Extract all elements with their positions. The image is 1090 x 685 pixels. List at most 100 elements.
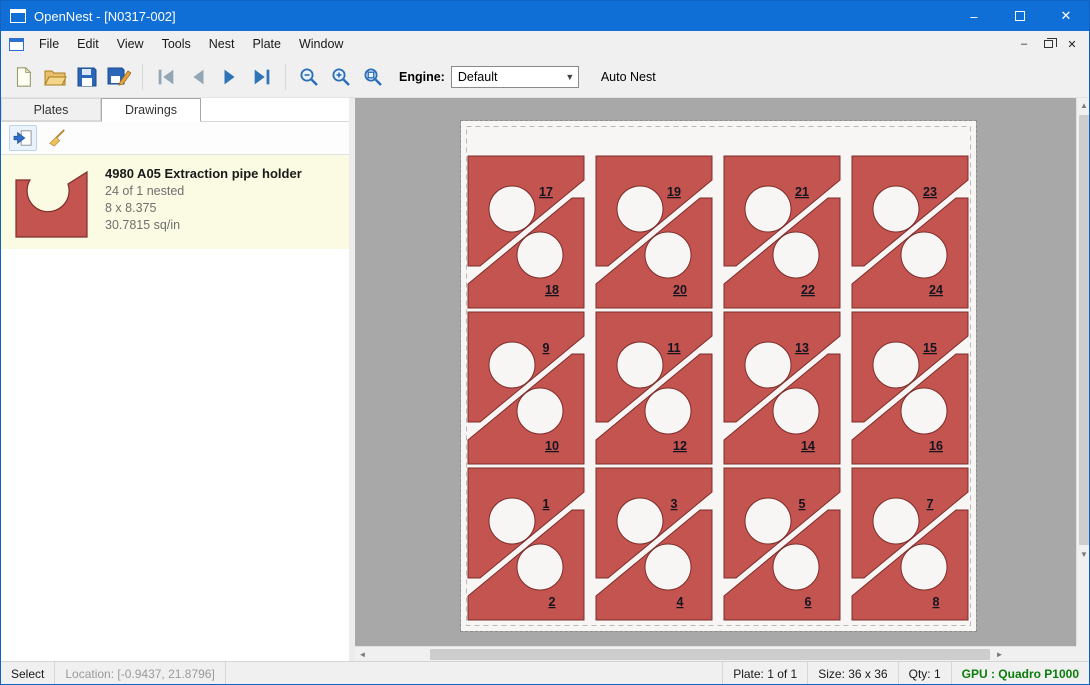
status-location: Location: [-0.9437, 21.8796] <box>55 662 225 685</box>
auto-nest-button[interactable]: Auto Nest <box>595 66 662 88</box>
mdi-minimize-icon[interactable]: – <box>1013 34 1035 54</box>
clear-drawings-button[interactable] <box>43 125 71 151</box>
status-mode: Select <box>1 662 55 685</box>
mdi-close-icon[interactable]: ✕ <box>1061 34 1083 54</box>
save-button[interactable] <box>71 61 103 93</box>
menu-file[interactable]: File <box>30 31 68 57</box>
zoom-out-button[interactable] <box>293 61 325 93</box>
drawing-list: 4980 A05 Extraction pipe holder 24 of 1 … <box>1 155 349 249</box>
menu-window[interactable]: Window <box>290 31 352 57</box>
open-folder-icon <box>43 66 67 88</box>
title-bar: OpenNest - [N0317-002] – ✕ <box>1 1 1089 31</box>
nav-first-button[interactable] <box>150 61 182 93</box>
open-button[interactable] <box>39 61 71 93</box>
part-number-label: 10 <box>545 439 559 453</box>
zoom-fit-button[interactable] <box>357 61 389 93</box>
toolbar-separator <box>285 64 286 90</box>
engine-value: Default <box>452 70 562 84</box>
maximize-icon[interactable] <box>997 1 1043 31</box>
toolbar-separator <box>142 64 143 90</box>
part-number-label: 4 <box>677 595 684 609</box>
part-number-label: 14 <box>801 439 815 453</box>
canvas-viewport[interactable]: 171819202122232491011121314151612345678 <box>355 98 1076 646</box>
menu-nest[interactable]: Nest <box>200 31 244 57</box>
part-number-label: 24 <box>929 283 943 297</box>
mdi-restore-icon[interactable] <box>1037 34 1059 54</box>
menu-view[interactable]: View <box>108 31 153 57</box>
part-number-label: 9 <box>543 341 550 355</box>
nested-parts-drawing: 171819202122232491011121314151612345678 <box>461 121 976 631</box>
left-panel: Plates Drawings <box>1 98 349 661</box>
menu-edit[interactable]: Edit <box>68 31 108 57</box>
app-window: OpenNest - [N0317-002] – ✕ File Edit Vie… <box>0 0 1090 685</box>
part-number-label: 1 <box>543 497 550 511</box>
engine-select[interactable]: Default ▼ <box>451 66 579 88</box>
plate-sheet[interactable]: 171819202122232491011121314151612345678 <box>461 121 976 631</box>
drawing-list-item[interactable]: 4980 A05 Extraction pipe holder 24 of 1 … <box>1 155 349 249</box>
part-number-label: 13 <box>795 341 809 355</box>
nav-prev-icon <box>187 66 209 88</box>
tab-plates[interactable]: Plates <box>1 98 101 121</box>
nav-next-icon <box>219 66 241 88</box>
part-number-label: 12 <box>673 439 687 453</box>
vertical-scrollbar[interactable]: ▲ ▼ <box>1076 98 1090 646</box>
broom-icon <box>47 129 67 147</box>
drawings-toolbar <box>1 122 349 155</box>
nav-next-button[interactable] <box>214 61 246 93</box>
minimize-icon[interactable]: – <box>951 1 997 31</box>
save-as-button[interactable] <box>103 61 135 93</box>
nav-first-icon <box>155 66 177 88</box>
part-number-label: 2 <box>549 595 556 609</box>
nav-prev-button[interactable] <box>182 61 214 93</box>
part-number-label: 15 <box>923 341 937 355</box>
menu-plate[interactable]: Plate <box>243 31 290 57</box>
part-number-label: 18 <box>545 283 559 297</box>
vertical-scroll-thumb[interactable] <box>1079 115 1090 545</box>
part-number-label: 6 <box>805 595 812 609</box>
scroll-left-icon[interactable]: ◄ <box>355 647 370 662</box>
menu-bar: File Edit View Tools Nest Plate Window –… <box>1 31 1089 57</box>
chevron-down-icon[interactable]: ▼ <box>562 67 578 87</box>
save-as-icon <box>107 66 131 88</box>
part-number-label: 11 <box>667 341 680 355</box>
status-gpu: GPU : Quadro P1000 <box>951 662 1089 685</box>
zoom-in-button[interactable] <box>325 61 357 93</box>
part-number-label: 19 <box>667 185 681 199</box>
drawing-nested-count: 24 of 1 nested <box>105 184 302 198</box>
menu-tools[interactable]: Tools <box>153 31 200 57</box>
horizontal-scrollbar[interactable]: ◄ ► <box>355 646 1076 661</box>
part-number-label: 8 <box>933 595 940 609</box>
scroll-down-icon[interactable]: ▼ <box>1077 547 1090 562</box>
window-controls: – ✕ <box>951 1 1089 31</box>
nav-last-button[interactable] <box>246 61 278 93</box>
panel-tabs: Plates Drawings <box>1 98 349 122</box>
part-number-label: 16 <box>929 439 943 453</box>
horizontal-scroll-thumb[interactable] <box>430 649 990 660</box>
part-number-label: 7 <box>927 497 934 511</box>
window-title: OpenNest - [N0317-002] <box>34 9 176 24</box>
part-thumbnail <box>13 168 91 240</box>
zoom-out-icon <box>298 66 320 88</box>
import-icon <box>13 129 33 147</box>
part-number-label: 20 <box>673 283 687 297</box>
drawing-size: 8 x 8.375 <box>105 201 302 215</box>
nest-canvas[interactable]: 171819202122232491011121314151612345678 … <box>355 98 1090 661</box>
scroll-right-icon[interactable]: ► <box>992 647 1007 662</box>
zoom-in-icon <box>330 66 352 88</box>
drawing-area: 30.7815 sq/in <box>105 218 302 232</box>
import-drawing-button[interactable] <box>9 125 37 151</box>
part-number-label: 3 <box>671 497 678 511</box>
new-button[interactable] <box>7 61 39 93</box>
status-qty: Qty: 1 <box>898 662 951 685</box>
document-icon[interactable] <box>9 38 24 51</box>
close-icon[interactable]: ✕ <box>1043 1 1089 31</box>
scroll-up-icon[interactable]: ▲ <box>1077 98 1090 113</box>
status-plate-size: Size: 36 x 36 <box>807 662 897 685</box>
part-number-label: 22 <box>801 283 815 297</box>
main-toolbar: Engine: Default ▼ Auto Nest <box>1 57 1089 98</box>
mdi-window-controls: – ✕ <box>1013 34 1089 54</box>
part-number-label: 5 <box>799 497 806 511</box>
part-number-label: 21 <box>795 185 809 199</box>
main-area: Plates Drawings <box>1 98 1089 661</box>
tab-drawings[interactable]: Drawings <box>101 98 201 122</box>
